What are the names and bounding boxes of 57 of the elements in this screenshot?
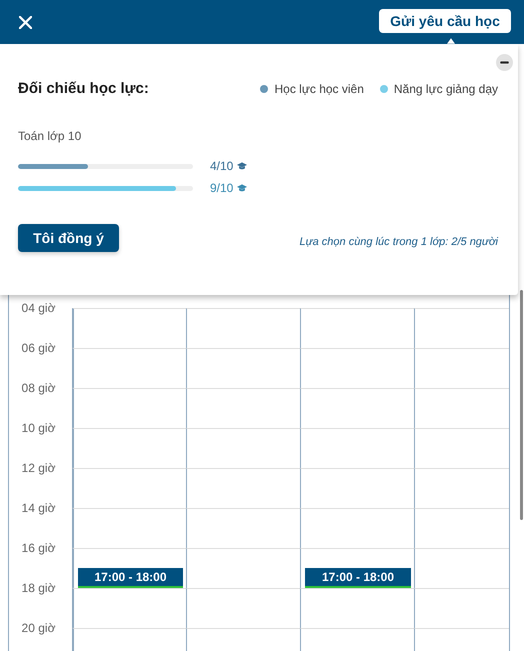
hour-label: 08 giờ — [20, 380, 56, 396]
calendar-cell[interactable] — [414, 468, 509, 508]
calendar-cell[interactable] — [300, 348, 414, 388]
time-slot-event[interactable]: 17:00 - 18:00 — [305, 568, 411, 588]
calendar-cell[interactable] — [414, 388, 509, 428]
scrollbar-thumb[interactable] — [520, 290, 523, 520]
calendar-cell[interactable] — [414, 308, 509, 348]
hour-label: 16 giờ — [20, 540, 56, 556]
calendar-cell[interactable] — [300, 428, 414, 468]
close-icon[interactable] — [19, 16, 32, 28]
calendar-cell[interactable] — [72, 508, 186, 548]
hour-label: 20 giờ — [20, 620, 56, 636]
agree-button[interactable]: Tôi đồng ý — [18, 224, 119, 252]
selection-note: Lựa chọn cùng lúc trong 1 lớp: 2/5 người — [300, 236, 498, 248]
calendar-cell[interactable] — [186, 468, 300, 508]
calendar-cell[interactable] — [186, 548, 300, 588]
calendar-cell[interactable] — [300, 308, 414, 348]
graduation-cap-icon — [237, 184, 248, 192]
panel-title: Đối chiếu học lực: — [18, 80, 149, 97]
calendar-cell[interactable] — [186, 308, 300, 348]
hour-label: 06 giờ — [20, 340, 56, 356]
calendar-cell[interactable] — [300, 588, 414, 628]
time-slot-event[interactable]: 17:00 - 18:00 — [78, 568, 183, 588]
collapse-icon[interactable] — [496, 54, 513, 71]
calendar-cell[interactable] — [186, 388, 300, 428]
calendar-cell[interactable] — [186, 348, 300, 388]
calendar-cell[interactable] — [300, 508, 414, 548]
calendar-cell[interactable] — [186, 588, 300, 628]
calendar-cell[interactable] — [72, 348, 186, 388]
subject-label: Toán lớp 10 — [18, 129, 82, 143]
calendar-cell[interactable] — [72, 468, 186, 508]
calendar-cell[interactable] — [72, 428, 186, 468]
calendar-cell[interactable] — [186, 508, 300, 548]
hour-label: 14 giờ — [20, 500, 56, 516]
calendar-cell[interactable] — [72, 588, 186, 628]
calendar-cell[interactable] — [186, 428, 300, 468]
calendar-cell[interactable] — [300, 468, 414, 508]
calendar-cell[interactable] — [414, 428, 509, 468]
hour-label: 18 giờ — [20, 580, 56, 596]
calendar-cell[interactable] — [300, 388, 414, 428]
hour-label: 12 giờ — [20, 460, 56, 476]
hour-label: 04 giờ — [20, 300, 56, 316]
score-text: 4/10 — [210, 159, 234, 173]
send-request-button[interactable]: Gửi yêu cầu học — [379, 9, 511, 33]
calendar-cell[interactable]: 17:00 - 18:00 — [300, 548, 414, 588]
calendar-cell[interactable] — [414, 348, 509, 388]
score-text: 9/10 — [210, 181, 234, 195]
graduation-cap-icon — [237, 162, 248, 170]
calendar-cell[interactable] — [72, 388, 186, 428]
legend-label: Học lực học viên — [274, 82, 364, 96]
calendar-cell[interactable] — [414, 508, 509, 548]
hour-label: 10 giờ — [20, 420, 56, 436]
legend-label: Năng lực giảng dạy — [394, 82, 498, 96]
calendar-cell[interactable] — [414, 588, 509, 628]
calendar-cell[interactable]: 17:00 - 18:00 — [72, 548, 186, 588]
calendar-cell[interactable] — [414, 548, 509, 588]
calendar-cell[interactable] — [72, 308, 186, 348]
